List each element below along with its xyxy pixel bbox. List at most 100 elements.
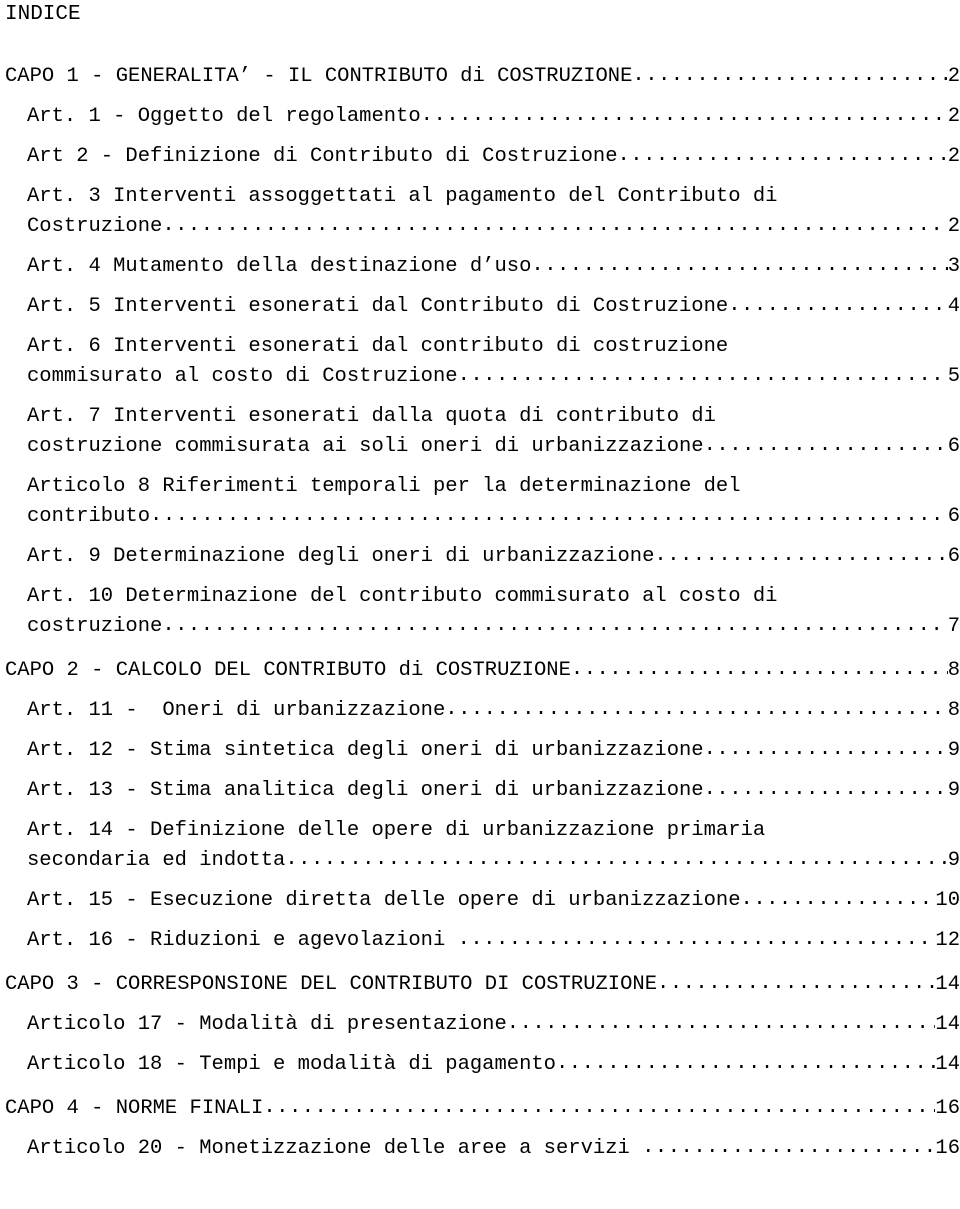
- toc-entry-label: commisurato al costo di Costruzione: [27, 365, 458, 388]
- dot-leader: ........................................…: [654, 544, 948, 567]
- document-page: INDICE CAPO 1 - GENERALITA’ - IL CONTRIB…: [0, 0, 960, 1209]
- toc-entry[interactable]: Art. 13 - Stima analitica degli oneri di…: [0, 776, 960, 806]
- toc-entry-label: Art 2 - Definizione di Contributo di Cos…: [27, 145, 618, 168]
- toc-entry[interactable]: Articolo 20 - Monetizzazione delle aree …: [0, 1134, 960, 1164]
- toc-entry[interactable]: Articolo 8 Riferimenti temporali per la …: [0, 472, 960, 532]
- toc-entry-tail: Art. 16 - Riduzioni e agevolazioni .....…: [27, 926, 960, 956]
- page-number: 8: [947, 659, 960, 682]
- toc-entry-label: Articolo 18 - Tempi e modalità di pagame…: [27, 1053, 556, 1076]
- toc-entry[interactable]: Articolo 17 - Modalità di presentazione.…: [0, 1010, 960, 1040]
- toc-entry-tail: CAPO 4 - NORME FINALI...................…: [5, 1094, 960, 1124]
- page-number: 8: [947, 699, 960, 722]
- dot-leader: ........................................…: [150, 504, 948, 527]
- dot-leader: ........................................…: [556, 1052, 936, 1075]
- toc-entry-label: Art. 4 Mutamento della destinazione d’us…: [27, 255, 532, 278]
- toc-entry[interactable]: CAPO 2 - CALCOLO DEL CONTRIBUTO di COSTR…: [0, 656, 960, 686]
- toc-entry-tail: Art. 1 - Oggetto del regolamento........…: [27, 102, 960, 132]
- toc-entry[interactable]: Art. 6 Interventi esonerati dal contribu…: [0, 332, 960, 392]
- dot-leader: ........................................…: [632, 64, 947, 87]
- toc-entry-tail: Art. 11 - Oneri di urbanizzazione.......…: [27, 696, 960, 726]
- toc-entry[interactable]: Art 2 - Definizione di Contributo di Cos…: [0, 142, 960, 172]
- toc-entry-label: Art. 16 - Riduzioni e agevolazioni: [27, 929, 458, 952]
- dot-leader: ........................................…: [657, 972, 935, 995]
- toc-entry-label: Art. 13 - Stima analitica degli oneri di…: [27, 779, 704, 802]
- toc-entry-tail: Art. 5 Interventi esonerati dal Contribu…: [27, 292, 960, 322]
- toc-entry[interactable]: Art. 10 Determinazione del contributo co…: [0, 582, 960, 642]
- toc-entry[interactable]: CAPO 1 - GENERALITA’ - IL CONTRIBUTO di …: [0, 62, 960, 92]
- toc-entry-label: CAPO 2 - CALCOLO DEL CONTRIBUTO di COSTR…: [5, 659, 571, 682]
- dot-leader: ........................................…: [162, 614, 948, 637]
- dot-leader: ........................................…: [740, 888, 936, 911]
- toc-entry[interactable]: Art. 7 Interventi esonerati dalla quota …: [0, 402, 960, 462]
- toc-entry-tail: secondaria ed indotta...................…: [27, 846, 960, 876]
- toc-entry-tail: Art. 4 Mutamento della destinazione d’us…: [27, 252, 960, 282]
- page-number: 12: [935, 929, 960, 952]
- toc-entry-label: CAPO 1 - GENERALITA’ - IL CONTRIBUTO di …: [5, 65, 633, 88]
- toc-entry-tail: Costruzione.............................…: [27, 212, 960, 242]
- page-number: 16: [935, 1097, 960, 1120]
- toc-entry[interactable]: CAPO 3 - CORRESPONSIONE DEL CONTRIBUTO D…: [0, 970, 960, 1000]
- page-number: 7: [947, 615, 960, 638]
- toc-entry-tail: Art 2 - Definizione di Contributo di Cos…: [27, 142, 960, 172]
- toc-entry-label: Articolo 17 - Modalità di presentazione: [27, 1013, 507, 1036]
- dot-leader: ........................................…: [445, 698, 948, 721]
- toc-entry-label: contributo: [27, 505, 151, 528]
- page-number: 14: [935, 973, 960, 996]
- toc-entry[interactable]: Art. 1 - Oggetto del regolamento........…: [0, 102, 960, 132]
- page-number: 9: [947, 849, 960, 872]
- page-number: 9: [947, 779, 960, 802]
- toc-entry[interactable]: Art. 15 - Esecuzione diretta delle opere…: [0, 886, 960, 916]
- dot-leader: ........................................…: [703, 434, 948, 457]
- dot-leader: ........................................…: [263, 1096, 935, 1119]
- toc-entry-tail: Articolo 18 - Tempi e modalità di pagame…: [27, 1050, 960, 1080]
- toc-entry-tail: Art. 12 - Stima sintetica degli oneri di…: [27, 736, 960, 766]
- toc-entry-label: Art. 15 - Esecuzione diretta delle opere…: [27, 889, 741, 912]
- page-number: 2: [947, 105, 960, 128]
- toc-entry-tail: Art. 15 - Esecuzione diretta delle opere…: [27, 886, 960, 916]
- page-number: 6: [947, 505, 960, 528]
- toc-entry-tail: Articolo 20 - Monetizzazione delle aree …: [27, 1134, 960, 1164]
- toc-entry[interactable]: Art. 3 Interventi assoggettati al pagame…: [0, 182, 960, 242]
- toc-entry[interactable]: Articolo 18 - Tempi e modalità di pagame…: [0, 1050, 960, 1080]
- toc-entry-tail: Articolo 17 - Modalità di presentazione.…: [27, 1010, 960, 1040]
- toc-entry-label: Art. 6 Interventi esonerati dal contribu…: [27, 335, 729, 358]
- dot-leader: ........................................…: [531, 254, 947, 277]
- toc-entry-label: CAPO 3 - CORRESPONSIONE DEL CONTRIBUTO D…: [5, 973, 658, 996]
- dot-leader: ........................................…: [457, 928, 936, 951]
- toc-entry-tail: Art. 9 Determinazione degli oneri di urb…: [27, 542, 960, 572]
- page-number: 2: [947, 215, 960, 238]
- dot-leader: ........................................…: [728, 294, 947, 317]
- toc-entry[interactable]: Art. 11 - Oneri di urbanizzazione.......…: [0, 696, 960, 726]
- toc-entry[interactable]: Art. 12 - Stima sintetica degli oneri di…: [0, 736, 960, 766]
- page-number: 4: [947, 295, 960, 318]
- toc-entry-tail: CAPO 2 - CALCOLO DEL CONTRIBUTO di COSTR…: [5, 656, 960, 686]
- toc-entry-tail: CAPO 1 - GENERALITA’ - IL CONTRIBUTO di …: [5, 62, 960, 92]
- page-number: 5: [947, 365, 960, 388]
- page-number: 2: [947, 65, 960, 88]
- dot-leader: ........................................…: [420, 104, 948, 127]
- toc-entry-tail: commisurato al costo di Costruzione.....…: [27, 362, 960, 392]
- toc-entry-label: costruzione: [27, 615, 163, 638]
- toc-entry-tail: costruzione commisurata ai soli oneri di…: [27, 432, 960, 462]
- toc-entry[interactable]: Art. 9 Determinazione degli oneri di urb…: [0, 542, 960, 572]
- toc-entry[interactable]: Art. 14 - Definizione delle opere di urb…: [0, 816, 960, 876]
- page-number: 2: [947, 145, 960, 168]
- dot-leader: ........................................…: [703, 738, 948, 761]
- dot-leader: ........................................…: [617, 144, 948, 167]
- toc-entry-label: Art. 9 Determinazione degli oneri di urb…: [27, 545, 655, 568]
- page-number: 3: [947, 255, 960, 278]
- toc-entry-tail: costruzione.............................…: [27, 612, 960, 642]
- toc-entry-label: Articolo 20 - Monetizzazione delle aree …: [27, 1137, 643, 1160]
- toc-entry-label: Art. 12 - Stima sintetica degli oneri di…: [27, 739, 704, 762]
- toc-entry-label: Articolo 8 Riferimenti temporali per la …: [27, 475, 741, 498]
- toc-entry[interactable]: Art. 5 Interventi esonerati dal Contribu…: [0, 292, 960, 322]
- page-number: 16: [935, 1137, 960, 1160]
- toc-entry[interactable]: CAPO 4 - NORME FINALI...................…: [0, 1094, 960, 1124]
- dot-leader: ........................................…: [703, 778, 948, 801]
- page-number: 6: [947, 435, 960, 458]
- toc-entry-tail: CAPO 3 - CORRESPONSIONE DEL CONTRIBUTO D…: [5, 970, 960, 1000]
- toc-entry[interactable]: Art. 16 - Riduzioni e agevolazioni .....…: [0, 926, 960, 956]
- toc-entry[interactable]: Art. 4 Mutamento della destinazione d’us…: [0, 252, 960, 282]
- toc-entry-tail: contributo..............................…: [27, 502, 960, 532]
- toc-entry-label: Art. 7 Interventi esonerati dalla quota …: [27, 405, 716, 428]
